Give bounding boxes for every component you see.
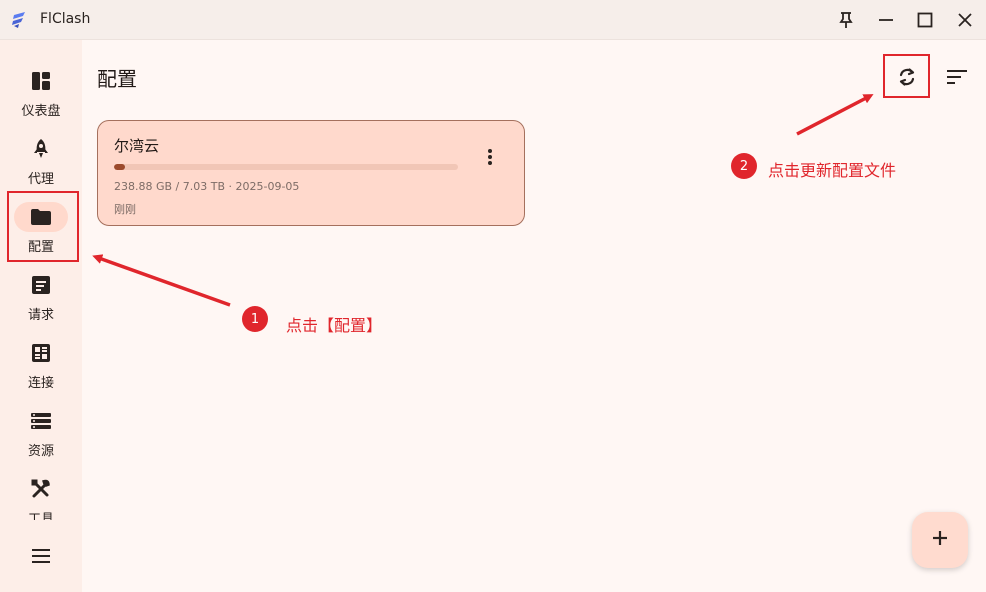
rocket-icon (14, 134, 68, 164)
title-bar: FlClash (0, 0, 986, 40)
sidebar-item-tools[interactable]: 工具 (0, 472, 82, 520)
sidebar-item-dashboard[interactable]: 仪表盘 (0, 64, 82, 128)
sidebar-item-proxy[interactable]: 代理 (0, 132, 82, 196)
sidebar-item-label: 资源 (27, 444, 54, 459)
request-icon (14, 270, 68, 300)
annotation-box-profiles (7, 191, 79, 262)
annotation-arrows (92, 94, 874, 307)
hamburger-menu-icon[interactable] (28, 544, 54, 568)
annotation-arrow-2 (796, 94, 874, 136)
sort-icon[interactable] (944, 64, 970, 90)
minimize-icon[interactable] (874, 8, 898, 32)
dashboard-icon (14, 66, 68, 96)
annotation-step-1-badge: 1 (242, 306, 268, 332)
sidebar-item-label: 仪表盘 (21, 104, 61, 119)
maximize-icon[interactable] (913, 8, 937, 32)
sidebar-item-requests[interactable]: 请求 (0, 268, 82, 332)
flclash-logo-icon (10, 10, 30, 30)
sidebar-item-label: 工具 (27, 512, 54, 520)
annotation-step-2-badge: 2 (731, 153, 757, 179)
annotation-step-2-text: 点击更新配置文件 (768, 161, 897, 180)
add-profile-button[interactable] (912, 512, 968, 568)
sidebar-item-label: 代理 (27, 172, 54, 187)
sidebar-item-connections[interactable]: 连接 (0, 336, 82, 400)
profile-usage: 238.88 GB / 7.03 TB · 2025-09-05 (114, 180, 300, 193)
annotation-arrow-1 (92, 254, 231, 307)
profile-card[interactable]: 尔湾云 238.88 GB / 7.03 TB · 2025-09-05 刚刚 (97, 120, 525, 226)
tools-icon (14, 474, 68, 504)
usage-progress-fill (114, 164, 126, 170)
sidebar-item-label: 请求 (27, 308, 54, 323)
more-vertical-icon[interactable] (480, 145, 500, 169)
sidebar: 仪表盘 代理 配置 请求 连接 资源 工具 (0, 40, 82, 592)
close-icon[interactable] (953, 8, 977, 32)
plus-icon (931, 529, 949, 551)
profile-name: 尔湾云 (114, 137, 160, 155)
app-title: FlClash (40, 11, 91, 27)
connections-icon (14, 338, 68, 368)
annotation-box-refresh (883, 54, 930, 98)
page-title: 配置 (97, 67, 137, 91)
sidebar-item-resources[interactable]: 资源 (0, 404, 82, 468)
sidebar-item-label: 连接 (27, 376, 54, 391)
annotation-step-1-text: 点击【配置】 (286, 316, 383, 335)
usage-progress-bar (114, 164, 458, 170)
profile-updated-time: 刚刚 (114, 203, 136, 216)
pin-icon[interactable] (834, 8, 858, 32)
resources-icon (14, 406, 68, 436)
